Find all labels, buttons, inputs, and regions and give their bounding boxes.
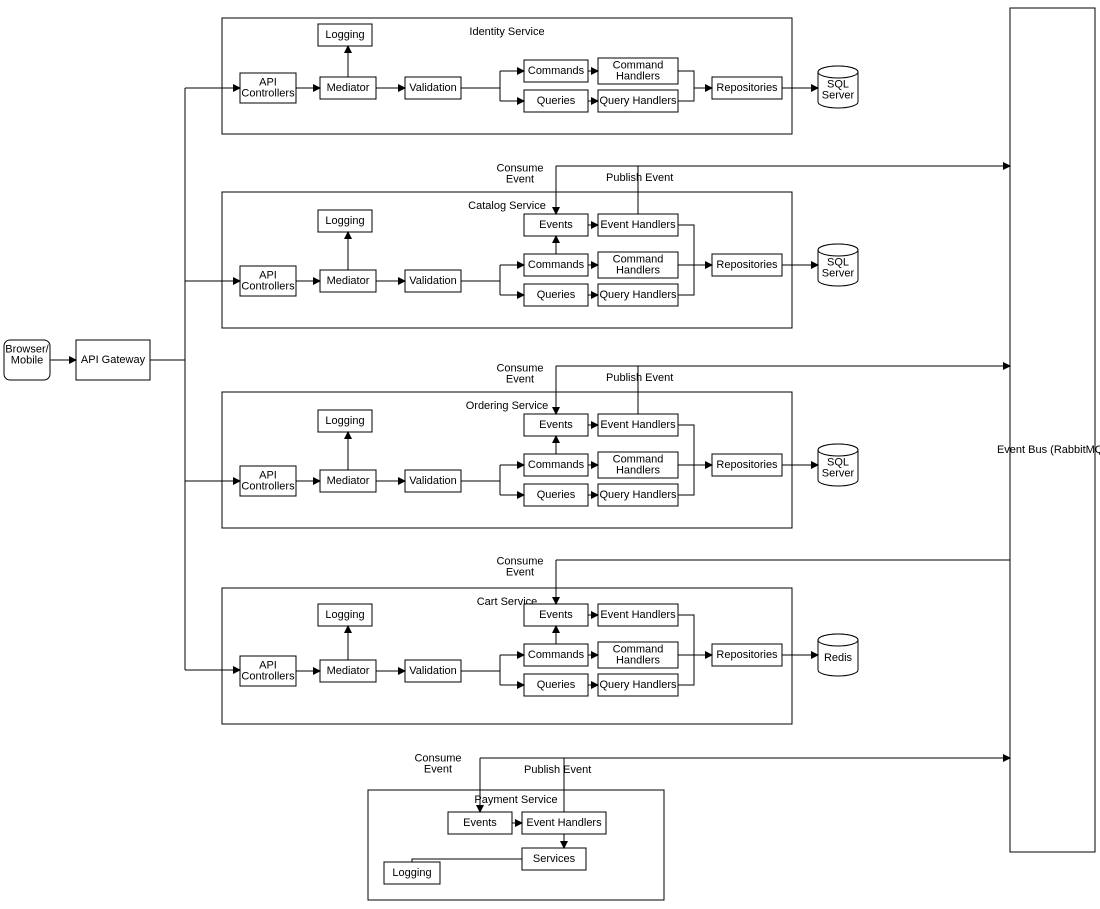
svg-text:Commands: Commands (528, 459, 585, 471)
svg-text:Logging: Logging (392, 867, 431, 879)
svg-text:Event Handlers: Event Handlers (526, 817, 602, 829)
svg-text:Events: Events (463, 817, 497, 829)
cart-redis: Redis (818, 634, 858, 676)
svg-text:Query Handlers: Query Handlers (599, 489, 677, 501)
svg-text:Queries: Queries (537, 95, 576, 107)
svg-text:Event Handlers: Event Handlers (600, 419, 676, 431)
svg-text:Queries: Queries (537, 289, 576, 301)
catalog-consume-label: ConsumeEvent (496, 162, 543, 185)
event-bus-label: Event Bus (RabbitMQ) (997, 444, 1100, 456)
identity-sql-server: SQLServer (818, 66, 858, 108)
svg-text:Publish Event: Publish Event (524, 764, 591, 776)
catalog-service-group: Catalog Service APIControllers Mediator … (185, 162, 1010, 328)
svg-text:Validation: Validation (409, 275, 457, 287)
svg-text:Event Handlers: Event Handlers (600, 219, 676, 231)
svg-text:CommandHandlers: CommandHandlers (613, 643, 664, 666)
svg-text:Redis: Redis (824, 652, 853, 664)
svg-text:Logging: Logging (325, 609, 364, 621)
svg-text:Query Handlers: Query Handlers (599, 95, 677, 107)
payment-title: Payment Service (474, 794, 557, 806)
svg-text:Services: Services (533, 853, 576, 865)
ordering-sql-server: SQLServer (818, 444, 858, 486)
svg-text:CommandHandlers: CommandHandlers (613, 453, 664, 476)
svg-text:Repositories: Repositories (716, 459, 778, 471)
svg-text:Mediator: Mediator (327, 275, 370, 287)
svg-text:Validation: Validation (409, 665, 457, 677)
svg-text:Publish Event: Publish Event (606, 372, 673, 384)
svg-text:Commands: Commands (528, 65, 585, 77)
identity-service-group: Identity Service APIControllers Mediator… (185, 18, 858, 134)
payment-service-group: Payment Service Events Event Handlers Se… (368, 752, 1010, 900)
browser-label: Browser/Mobile (5, 343, 49, 366)
svg-text:Events: Events (539, 419, 573, 431)
svg-text:Logging: Logging (325, 29, 364, 41)
svg-text:CommandHandlers: CommandHandlers (613, 253, 664, 276)
svg-text:Validation: Validation (409, 475, 457, 487)
svg-text:Logging: Logging (325, 415, 364, 427)
api-gateway-label: API Gateway (81, 354, 146, 366)
svg-text:Commands: Commands (528, 259, 585, 271)
cart-container (222, 588, 792, 724)
svg-text:Query Handlers: Query Handlers (599, 289, 677, 301)
svg-text:CommandHandlers: CommandHandlers (613, 59, 664, 82)
svg-text:Queries: Queries (537, 679, 576, 691)
svg-text:Logging: Logging (325, 215, 364, 227)
svg-text:ConsumeEvent: ConsumeEvent (496, 555, 543, 578)
svg-text:Validation: Validation (409, 82, 457, 94)
svg-text:Repositories: Repositories (716, 82, 778, 94)
catalog-container (222, 192, 792, 328)
svg-text:Events: Events (539, 609, 573, 621)
svg-text:Events: Events (539, 219, 573, 231)
ordering-container (222, 392, 792, 528)
svg-text:ConsumeEvent: ConsumeEvent (496, 362, 543, 385)
svg-text:Repositories: Repositories (716, 259, 778, 271)
cart-service-group: Cart Service APIControllers Mediator Log… (185, 555, 1010, 724)
svg-text:Queries: Queries (537, 489, 576, 501)
svg-text:ConsumeEvent: ConsumeEvent (414, 752, 461, 775)
event-bus-node (1010, 8, 1095, 852)
svg-text:Event Handlers: Event Handlers (600, 609, 676, 621)
svg-text:Query Handlers: Query Handlers (599, 679, 677, 691)
svg-text:Mediator: Mediator (327, 82, 370, 94)
identity-title: Identity Service (469, 26, 544, 38)
catalog-publish-label: Publish Event (606, 172, 673, 184)
ordering-service-group: Ordering Service APIControllers Mediator… (185, 362, 1010, 528)
svg-text:Commands: Commands (528, 649, 585, 661)
svg-text:Repositories: Repositories (716, 649, 778, 661)
svg-text:Mediator: Mediator (327, 665, 370, 677)
svg-text:Mediator: Mediator (327, 475, 370, 487)
ordering-title: Ordering Service (466, 400, 549, 412)
catalog-title: Catalog Service (468, 200, 546, 212)
catalog-sql-server: SQLServer (818, 244, 858, 286)
